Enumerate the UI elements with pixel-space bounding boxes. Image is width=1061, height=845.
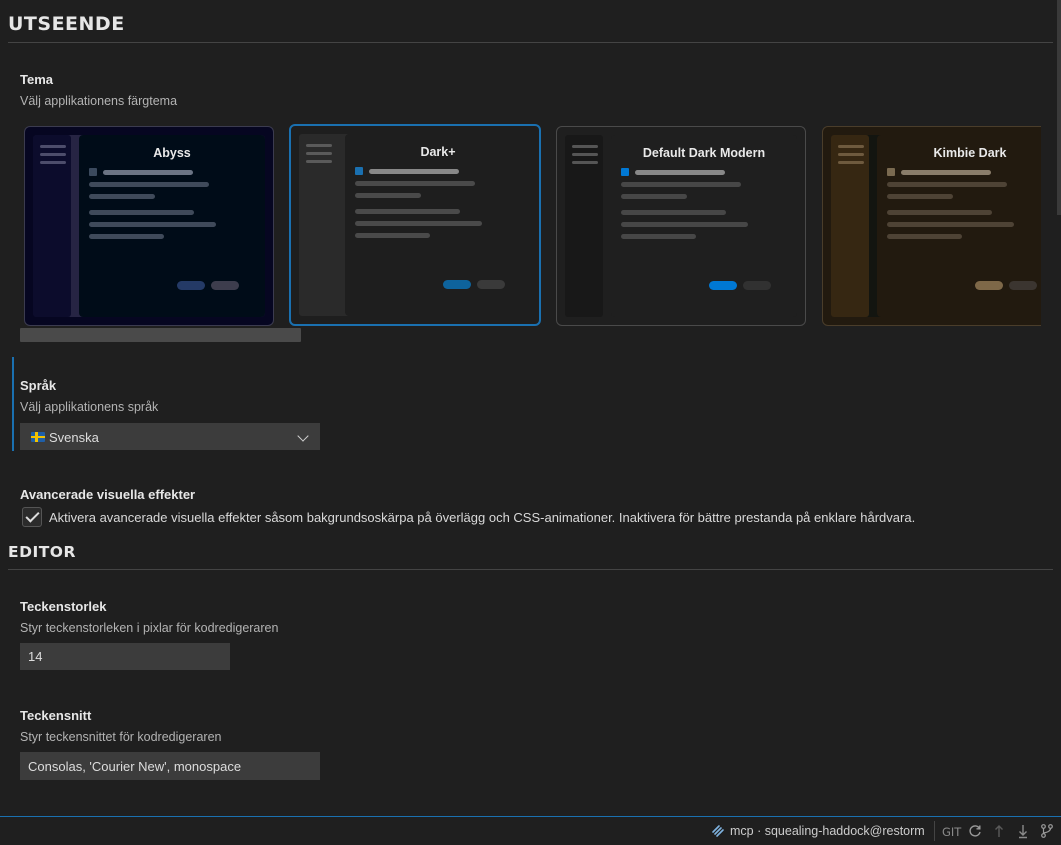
focus-indicator [12,357,14,451]
theme-setting-description: Välj applikationens färgtema [20,94,178,108]
vertical-scrollbar[interactable] [1057,0,1061,215]
sweden-flag-icon [31,432,45,442]
theme-setting-title: Tema [20,72,53,87]
theme-card-default-dark-modern[interactable]: Default Dark Modern [556,126,806,326]
effects-checkbox-label: Aktivera avancerade visuella effekter så… [49,510,916,525]
effects-checkbox[interactable] [22,507,42,527]
status-separator [934,821,935,841]
git-label: GIT [942,825,962,839]
section-heading-editor: EDITOR [8,543,76,561]
theme-name: Default Dark Modern [642,146,766,160]
theme-preview-primary-button [709,281,737,290]
effects-setting-title: Avancerade visuella effekter [20,487,196,502]
push-icon[interactable] [991,823,1007,839]
theme-preview-primary-button [443,280,471,289]
font-family-setting-description: Styr teckensnittet för kodredigeraren [20,730,222,744]
font-family-input[interactable] [20,752,320,780]
section-divider [8,569,1053,570]
font-size-input[interactable] [20,643,230,670]
theme-card-abyss[interactable]: Abyss [24,126,274,326]
refresh-icon[interactable] [967,823,983,839]
theme-preview-secondary-button [1009,281,1037,290]
theme-gallery-scrollbar[interactable] [20,328,301,342]
theme-preview-primary-button [975,281,1003,290]
language-setting-description: Välj applikationens språk [20,400,159,414]
mcp-connection-status[interactable]: mcp · squealing-haddock@restorm [730,824,925,838]
pull-icon[interactable] [1015,823,1031,839]
font-size-setting-title: Teckenstorlek [20,599,107,614]
font-size-setting-description: Styr teckenstorleken i pixlar för kodred… [20,621,279,635]
language-select[interactable]: Svenska [20,423,320,450]
theme-name: Kimbie Dark [933,146,1007,160]
section-heading-appearance: UTSEENDE [8,13,125,35]
mcp-icon [712,825,724,837]
theme-preview-secondary-button [743,281,771,290]
language-setting-title: Språk [20,378,57,393]
theme-preview-secondary-button [211,281,239,290]
branch-icon[interactable] [1039,823,1055,839]
theme-name: Dark+ [420,145,456,159]
font-family-setting-title: Teckensnitt [20,708,92,723]
status-bar: mcp · squealing-haddock@restorm GIT [0,816,1061,845]
theme-preview-secondary-button [477,280,505,289]
theme-name: Abyss [153,146,191,160]
section-divider [8,42,1053,43]
language-select-value: Svenska [49,430,99,445]
theme-gallery: Abyss Dark+ Default Dark Modern Kimbie D… [20,124,1041,329]
theme-card-kimbie-dark[interactable]: Kimbie Dark [822,126,1041,326]
chevron-down-icon [297,430,309,442]
theme-card-dark-plus[interactable]: Dark+ [289,124,541,326]
theme-preview-primary-button [177,281,205,290]
